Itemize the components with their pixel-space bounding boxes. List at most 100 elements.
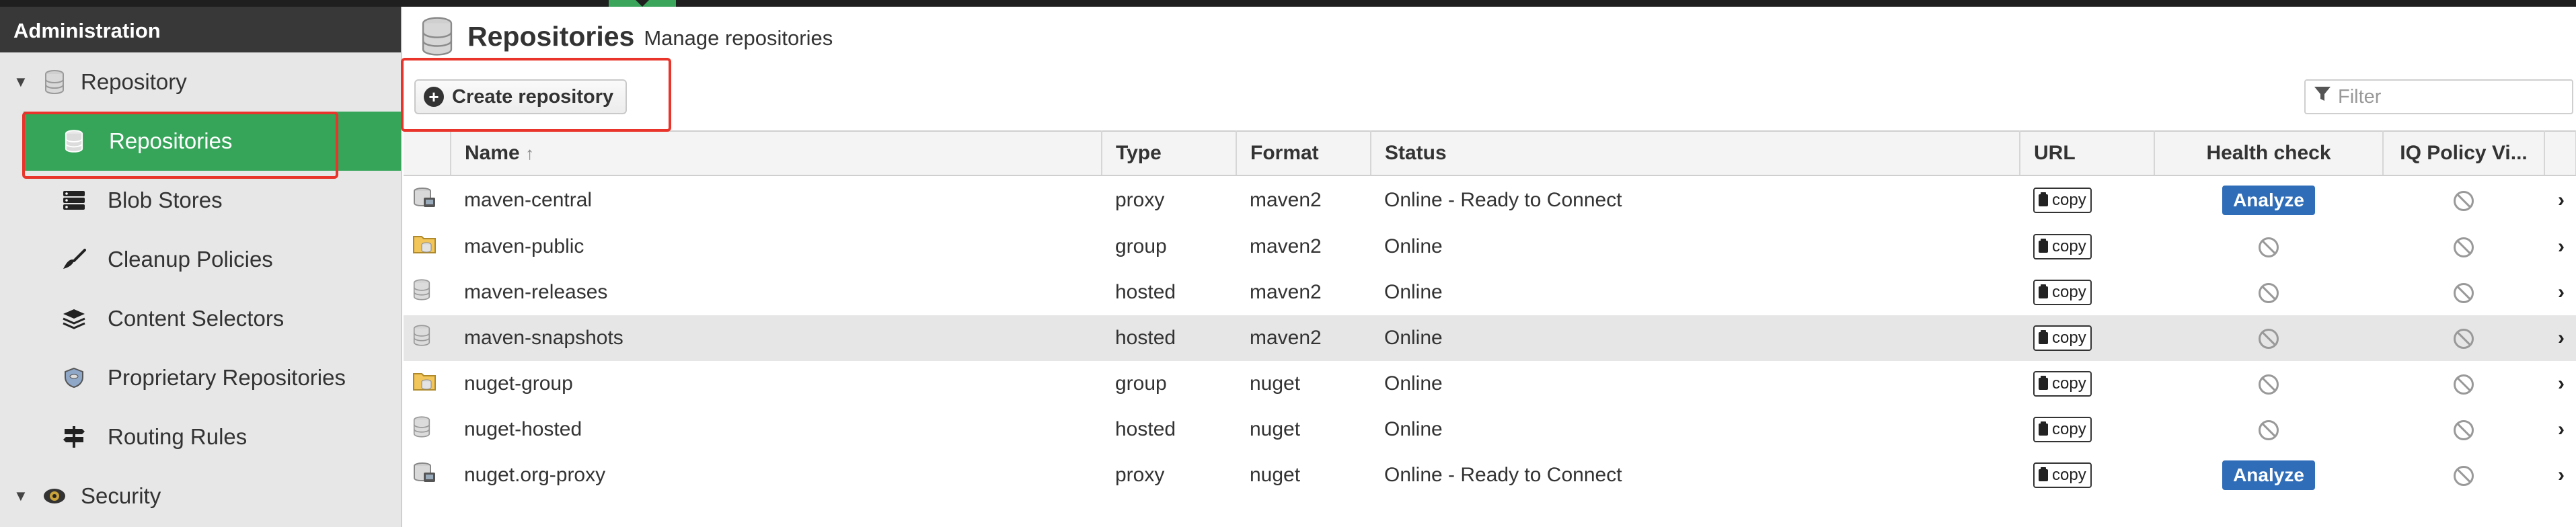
repo-status: Online - Ready to Connect [1384,188,1622,211]
sidebar-item-label: Proprietary Repositories [108,365,346,390]
column-header-health-check[interactable]: Health check [2154,130,2384,176]
row-chevron-cell[interactable]: › [2544,315,2576,361]
health-check-cell [2154,315,2383,361]
chevron-right-icon[interactable]: › [2558,418,2565,440]
page-subtitle: Manage repositories [644,26,833,50]
hosted-repo-icon [413,325,430,351]
iq-policy-cell [2383,361,2544,407]
sidebar-item-blob-stores[interactable]: Blob Stores [0,171,401,230]
repo-status: Online - Ready to Connect [1384,464,1622,486]
copy-url-button[interactable]: copy [2033,371,2092,397]
clipboard-icon [2039,239,2048,253]
column-header-type[interactable]: Type [1102,130,1237,176]
sidebar-item-proprietary-repositories[interactable]: Proprietary Repositories [0,348,401,407]
row-chevron-cell[interactable]: › [2544,452,2576,498]
column-header-url[interactable]: URL [2020,130,2155,176]
table-row[interactable]: nuget-hosted hosted nuget Online copy › [404,407,2576,452]
group-repo-icon [413,236,436,259]
table-row[interactable]: nuget-group group nuget Online copy › [404,361,2576,407]
repositories-table: Name ↑ Type Format Status URL Health che… [404,130,2576,498]
filter-placeholder: Filter [2338,85,2382,108]
expand-triangle-icon[interactable]: ▼ [13,487,40,505]
health-check-cell: Analyze [2154,452,2383,498]
row-chevron-cell[interactable]: › [2544,270,2576,315]
table-row[interactable]: maven-snapshots hosted maven2 Online cop… [404,315,2576,361]
sidebar-group-repository[interactable]: ▼ Repository [0,52,401,112]
repo-url-cell: copy [2020,175,2154,224]
analyze-button[interactable]: Analyze [2222,185,2315,215]
chevron-right-icon[interactable]: › [2558,327,2565,349]
sidebar-item-repositories[interactable]: Repositories [24,112,401,171]
copy-url-button[interactable]: copy [2033,280,2092,305]
copy-url-button[interactable]: copy [2033,462,2092,488]
group-repo-icon [413,373,436,396]
chevron-right-icon[interactable]: › [2558,281,2565,303]
row-chevron-cell[interactable]: › [2544,224,2576,270]
repo-status: Online [1384,418,1443,440]
table-row[interactable]: nuget.org-proxy proxy nuget Online - Rea… [404,452,2576,498]
sidebar-item-routing-rules[interactable]: Routing Rules [0,407,401,467]
iq-policy-cell [2383,270,2544,315]
sidebar-group-label: Repository [81,69,187,94]
copy-url-button[interactable]: copy [2033,187,2092,213]
column-header-status[interactable]: Status [1371,130,2020,176]
plus-circle-icon: + [424,87,444,107]
clipboard-icon [2039,421,2048,436]
analyze-button[interactable]: Analyze [2222,460,2315,490]
filter-input[interactable]: Filter [2304,79,2573,114]
health-check-cell: Analyze [2154,175,2383,224]
create-repository-button[interactable]: + Create repository [414,79,628,114]
not-available-icon [2259,237,2279,258]
signpost-icon [61,423,87,450]
iq-policy-cell [2383,452,2544,498]
repo-name: nuget-hosted [464,418,582,440]
copy-url-button[interactable]: copy [2033,325,2092,351]
sidebar: Administration ▼ Repository Repositories… [0,7,402,527]
repo-status: Online [1384,281,1443,303]
repo-format: maven2 [1250,188,1322,211]
iq-policy-cell [2383,315,2544,361]
copy-url-button[interactable]: copy [2033,417,2092,442]
row-chevron-cell[interactable]: › [2544,175,2576,224]
repo-url-cell: copy [2020,361,2154,407]
table-row[interactable]: maven-central proxy maven2 Online - Read… [404,175,2576,224]
expand-triangle-icon[interactable]: ▼ [13,73,40,91]
layers-icon [61,305,87,332]
copy-url-button[interactable]: copy [2033,234,2092,259]
sidebar-group-security[interactable]: ▼ Security [0,467,401,526]
column-header-format[interactable]: Format [1236,130,1371,176]
iq-policy-cell [2383,224,2544,270]
row-chevron-cell[interactable]: › [2544,361,2576,407]
clipboard-icon [2039,467,2048,481]
not-available-icon [2259,374,2279,395]
proxy-repo-icon [413,187,436,213]
copy-label: copy [2052,420,2086,438]
not-available-icon [2259,329,2279,350]
chevron-right-icon[interactable]: › [2558,372,2565,395]
chevron-right-icon[interactable]: › [2558,189,2565,211]
repo-url-cell: copy [2020,270,2154,315]
not-available-icon [2454,329,2474,350]
sidebar-item-cleanup-policies[interactable]: Cleanup Policies [0,230,401,289]
not-available-icon [2259,420,2279,441]
table-row[interactable]: maven-public group maven2 Online copy › [404,224,2576,270]
row-chevron-cell[interactable]: › [2544,407,2576,452]
page-header: Repositories Manage repositories [404,7,2576,66]
repo-name: nuget.org-proxy [464,464,606,486]
not-available-icon [2454,283,2474,304]
repo-type: group [1115,235,1167,257]
not-available-icon [2454,466,2474,487]
chevron-right-icon[interactable]: › [2558,464,2565,486]
chevron-right-icon[interactable]: › [2558,235,2565,257]
repo-name: maven-releases [464,281,608,303]
column-header-name[interactable]: Name ↑ [451,130,1102,176]
copy-label: copy [2052,237,2086,255]
row-icon-cell [404,270,451,315]
sidebar-item-label: Cleanup Policies [108,247,273,272]
toolbar: + Create repository Filter [404,66,2576,129]
table-row[interactable]: maven-releases hosted maven2 Online copy… [404,270,2576,315]
sidebar-item-content-selectors[interactable]: Content Selectors [0,289,401,348]
row-icon-cell [404,452,451,498]
column-header-iq-policy[interactable]: IQ Policy Vi... [2383,130,2545,176]
clipboard-icon [2039,192,2048,206]
